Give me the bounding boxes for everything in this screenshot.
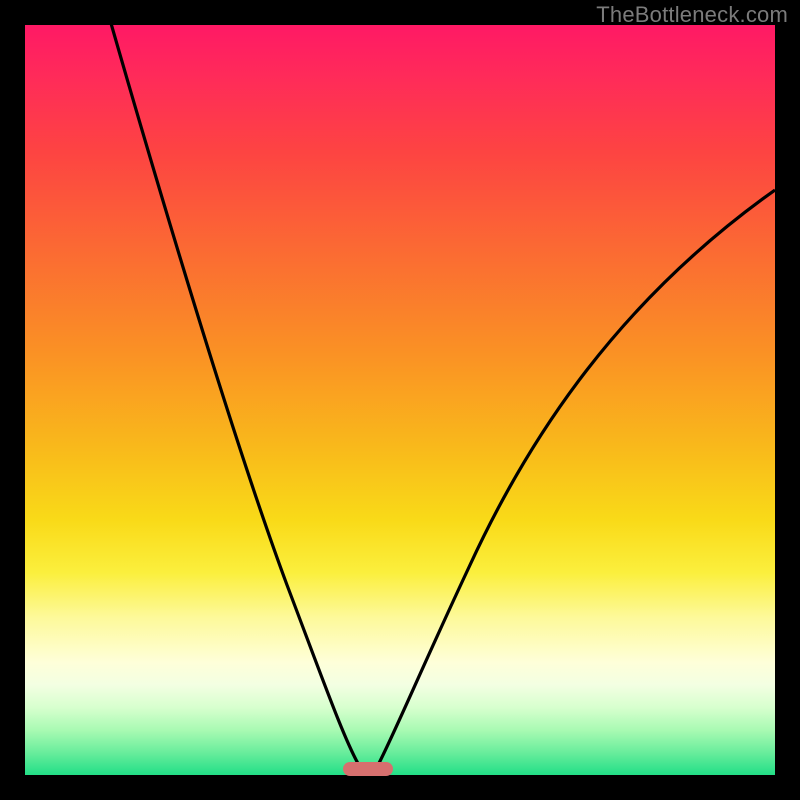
- bottleneck-curve: [25, 25, 775, 775]
- plot-area: [25, 25, 775, 775]
- chart-frame: TheBottleneck.com: [0, 0, 800, 800]
- watermark-text: TheBottleneck.com: [596, 2, 788, 28]
- optimal-range-marker: [343, 762, 393, 776]
